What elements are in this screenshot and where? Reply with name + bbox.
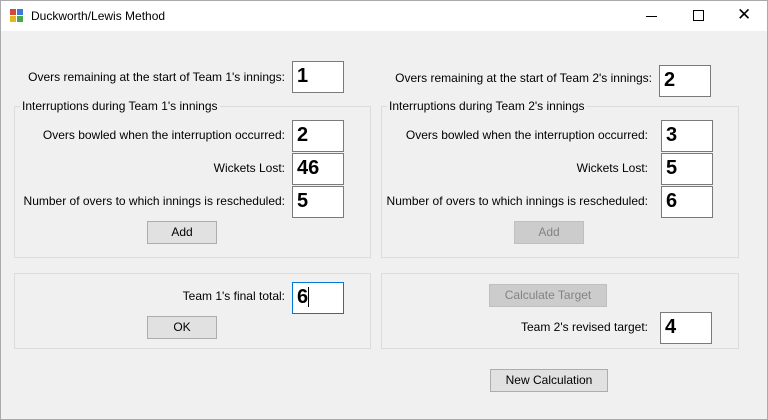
app-window-icon bbox=[10, 9, 24, 23]
close-icon: ✕ bbox=[737, 5, 752, 24]
title-bar: Duckworth/Lewis Method ✕ bbox=[1, 1, 767, 31]
team2-overs-label: Overs remaining at the start of Team 2's… bbox=[395, 71, 652, 85]
team2-rescheduled-input[interactable]: 6 bbox=[661, 186, 713, 218]
team1-final-total-input[interactable]: 6 bbox=[292, 282, 344, 314]
team2-overs-bowled-label: Overs bowled when the interruption occur… bbox=[405, 128, 648, 142]
team1-overs-bowled-input[interactable]: 2 bbox=[292, 120, 344, 152]
calculate-target-button[interactable]: Calculate Target bbox=[489, 284, 607, 307]
team2-revised-target-input[interactable]: 4 bbox=[660, 312, 712, 344]
team1-interruptions-group-label: Interruptions during Team 1's innings bbox=[20, 99, 220, 113]
team1-wickets-input[interactable]: 46 bbox=[292, 153, 344, 185]
team2-rescheduled-label: Number of overs to which innings is resc… bbox=[386, 194, 648, 208]
team1-final-total-label: Team 1's final total: bbox=[182, 289, 285, 303]
team2-wickets-label: Wickets Lost: bbox=[576, 161, 648, 175]
minimize-icon bbox=[646, 16, 657, 17]
team2-wickets-input[interactable]: 5 bbox=[661, 153, 713, 185]
team2-overs-input[interactable]: 2 bbox=[659, 65, 711, 97]
maximize-icon bbox=[693, 10, 704, 21]
team1-rescheduled-input[interactable]: 5 bbox=[292, 186, 344, 218]
main-window: Duckworth/Lewis Method ✕ Overs remaining… bbox=[0, 0, 768, 420]
team1-overs-bowled-label: Overs bowled when the interruption occur… bbox=[42, 128, 285, 142]
team1-final-total-value: 6 bbox=[297, 286, 309, 308]
team1-overs-label: Overs remaining at the start of Team 1's… bbox=[28, 70, 285, 84]
team1-add-button[interactable]: Add bbox=[147, 221, 217, 244]
team2-interruptions-group-label: Interruptions during Team 2's innings bbox=[387, 99, 587, 113]
team1-overs-input[interactable]: 1 bbox=[292, 61, 344, 93]
close-button[interactable]: ✕ bbox=[721, 1, 767, 31]
window-title: Duckworth/Lewis Method bbox=[31, 9, 166, 23]
team2-overs-bowled-input[interactable]: 3 bbox=[661, 120, 713, 152]
team2-add-button[interactable]: Add bbox=[514, 221, 584, 244]
team2-revised-target-label: Team 2's revised target: bbox=[520, 320, 648, 334]
maximize-button[interactable] bbox=[675, 1, 721, 31]
minimize-button[interactable] bbox=[629, 1, 675, 31]
ok-button[interactable]: OK bbox=[147, 316, 217, 339]
new-calculation-button[interactable]: New Calculation bbox=[490, 369, 608, 392]
text-caret bbox=[308, 287, 310, 307]
team1-rescheduled-label: Number of overs to which innings is resc… bbox=[23, 194, 285, 208]
team1-wickets-label: Wickets Lost: bbox=[213, 161, 285, 175]
